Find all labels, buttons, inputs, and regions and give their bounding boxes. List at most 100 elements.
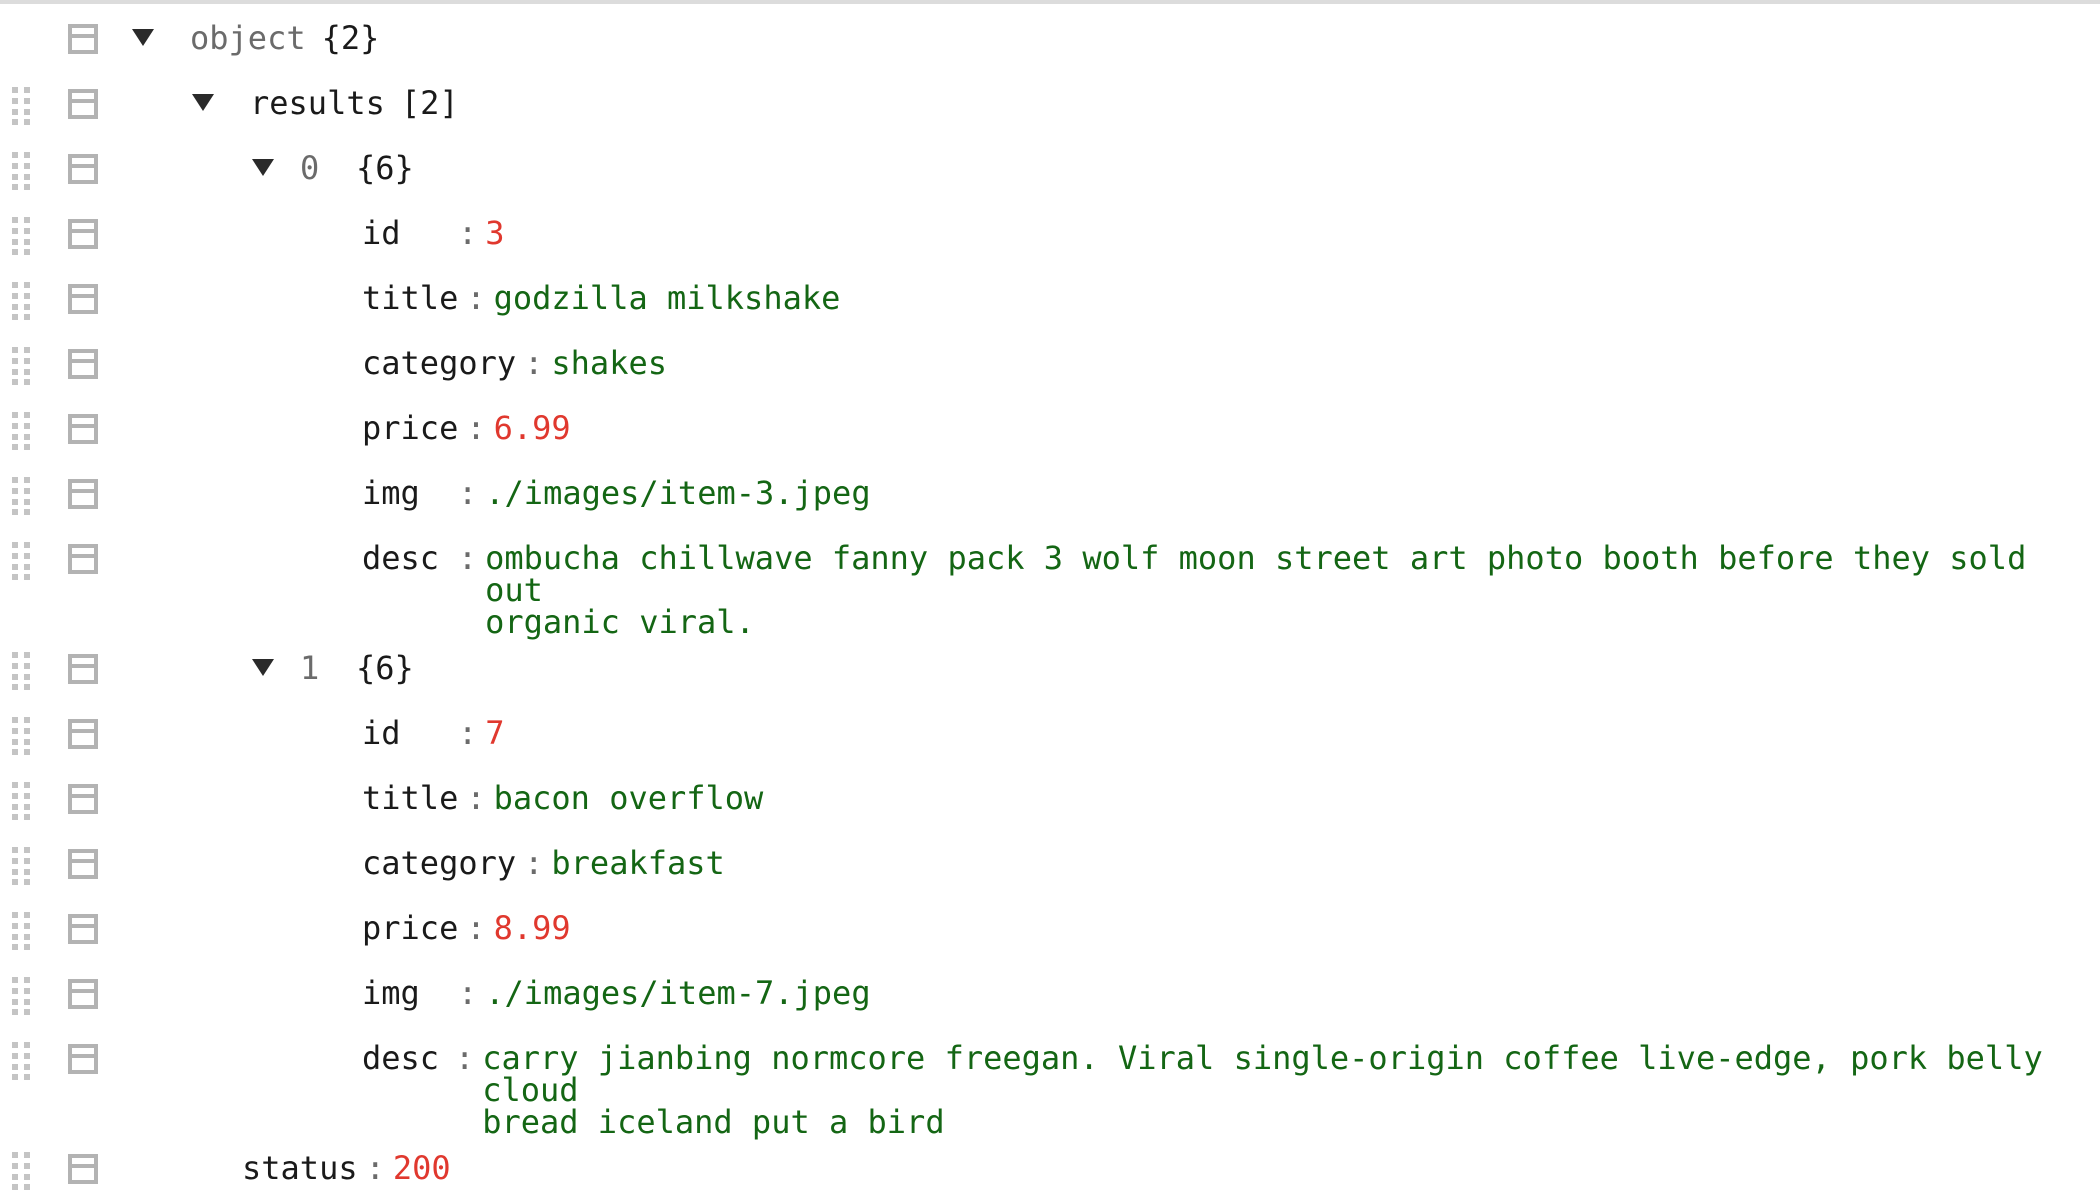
field-separator: : xyxy=(458,474,478,512)
tree-row-status: status : 200 xyxy=(0,1138,2100,1203)
drag-handle-icon[interactable] xyxy=(12,282,32,320)
triangle-down-icon[interactable] xyxy=(130,22,156,52)
field-separator: : xyxy=(365,1149,385,1187)
tree-row-item-0: 0 {6} xyxy=(0,138,2100,203)
tree-row-field-desc: desc : carry jianbing normcore freegan. … xyxy=(0,1028,2100,1138)
tree-row-field-title: title : bacon overflow xyxy=(0,768,2100,833)
field-separator: : xyxy=(457,539,478,577)
field-key[interactable]: category xyxy=(362,847,516,879)
field-value-string[interactable]: shakes xyxy=(551,347,667,379)
drag-handle-icon[interactable] xyxy=(12,542,32,580)
tree-row-field-desc: desc : ombucha chillwave fanny pack 3 wo… xyxy=(0,528,2100,638)
context-menu-icon[interactable] xyxy=(68,654,98,684)
context-menu-icon[interactable] xyxy=(68,914,98,944)
tree-row-root: object {2} xyxy=(0,8,2100,73)
field-separator: : xyxy=(466,779,486,817)
tree-row-field-img: img : ./images/item-7.jpeg xyxy=(0,963,2100,1028)
context-menu-icon[interactable] xyxy=(68,414,98,444)
item-count: {6} xyxy=(356,649,414,687)
field-value-string[interactable]: breakfast xyxy=(551,847,724,879)
field-value-number[interactable]: 6.99 xyxy=(494,412,571,444)
tree-row-item-1: 1 {6} xyxy=(0,638,2100,703)
field-separator: : xyxy=(524,844,544,882)
field-key[interactable]: img xyxy=(362,477,450,509)
field-value-number[interactable]: 7 xyxy=(485,717,504,749)
field-separator: : xyxy=(524,344,544,382)
drag-handle-icon[interactable] xyxy=(12,977,32,1015)
context-menu-icon[interactable] xyxy=(68,1044,98,1074)
triangle-down-icon[interactable] xyxy=(190,87,216,117)
field-separator: : xyxy=(466,279,486,317)
field-separator: : xyxy=(466,909,486,947)
tree-row-field-price: price : 8.99 xyxy=(0,898,2100,963)
json-tree-view: object {2} results [2] 0 {6} id: 3 titl… xyxy=(0,8,2100,1203)
field-value-string[interactable]: ./images/item-3.jpeg xyxy=(485,477,870,509)
drag-handle-icon[interactable] xyxy=(12,477,32,515)
tree-row-field-price: price : 6.99 xyxy=(0,398,2100,463)
field-value-string[interactable]: carry jianbing normcore freegan. Viral s… xyxy=(482,1042,2100,1138)
triangle-down-icon[interactable] xyxy=(250,652,276,682)
status-value[interactable]: 200 xyxy=(393,1152,451,1184)
field-value-string[interactable]: godzilla milkshake xyxy=(494,282,841,314)
field-value-string[interactable]: bacon overflow xyxy=(494,782,764,814)
drag-handle-icon[interactable] xyxy=(12,717,32,755)
drag-handle-icon[interactable] xyxy=(12,1042,32,1080)
field-separator: : xyxy=(466,409,486,447)
tree-row-field-img: img : ./images/item-3.jpeg xyxy=(0,463,2100,528)
field-value-string[interactable]: ombucha chillwave fanny pack 3 wolf moon… xyxy=(485,542,2100,638)
drag-handle-icon[interactable] xyxy=(12,87,32,125)
field-value-string[interactable]: ./images/item-7.jpeg xyxy=(485,977,870,1009)
field-value-number[interactable]: 3 xyxy=(485,217,504,249)
tree-row-results: results [2] xyxy=(0,73,2100,138)
drag-handle-icon[interactable] xyxy=(12,217,32,255)
context-menu-icon[interactable] xyxy=(68,24,98,54)
field-separator: : xyxy=(458,974,478,1012)
field-key[interactable]: desc xyxy=(362,1042,447,1074)
field-separator: : xyxy=(454,1039,475,1077)
field-key[interactable]: id xyxy=(362,217,450,249)
context-menu-icon[interactable] xyxy=(68,219,98,249)
drag-handle-icon[interactable] xyxy=(12,847,32,885)
tree-row-field-title: title : godzilla milkshake xyxy=(0,268,2100,333)
context-menu-icon[interactable] xyxy=(68,719,98,749)
context-menu-icon[interactable] xyxy=(68,349,98,379)
field-separator: : xyxy=(458,214,478,252)
field-separator: : xyxy=(458,714,478,752)
field-key[interactable]: img xyxy=(362,977,450,1009)
drag-handle-icon[interactable] xyxy=(12,652,32,690)
drag-handle-icon[interactable] xyxy=(12,347,32,385)
drag-handle-icon[interactable] xyxy=(12,412,32,450)
tree-row-field-id: id : 7 xyxy=(0,703,2100,768)
context-menu-icon[interactable] xyxy=(68,1154,98,1184)
context-menu-icon[interactable] xyxy=(68,284,98,314)
field-key[interactable]: title xyxy=(362,282,458,314)
top-border xyxy=(0,0,2100,4)
status-key[interactable]: status xyxy=(242,1152,358,1184)
tree-row-field-category: category : breakfast xyxy=(0,833,2100,898)
drag-handle-icon[interactable] xyxy=(12,912,32,950)
context-menu-icon[interactable] xyxy=(68,979,98,1009)
context-menu-icon[interactable] xyxy=(68,849,98,879)
context-menu-icon[interactable] xyxy=(68,784,98,814)
context-menu-icon[interactable] xyxy=(68,544,98,574)
field-key[interactable]: desc xyxy=(362,542,450,574)
root-count: {2} xyxy=(321,19,380,57)
drag-handle-icon[interactable] xyxy=(12,782,32,820)
results-count: [2] xyxy=(400,84,459,122)
item-index: 0 xyxy=(300,149,320,187)
field-key[interactable]: category xyxy=(362,347,516,379)
field-key[interactable]: price xyxy=(362,412,458,444)
tree-row-field-category: category : shakes xyxy=(0,333,2100,398)
item-index: 1 xyxy=(300,649,320,687)
context-menu-icon[interactable] xyxy=(68,89,98,119)
field-key[interactable]: price xyxy=(362,912,458,944)
field-key[interactable]: id xyxy=(362,717,450,749)
context-menu-icon[interactable] xyxy=(68,154,98,184)
drag-handle-icon[interactable] xyxy=(12,1152,32,1190)
drag-handle-icon[interactable] xyxy=(12,152,32,190)
field-value-number[interactable]: 8.99 xyxy=(494,912,571,944)
field-key[interactable]: title xyxy=(362,782,458,814)
context-menu-icon[interactable] xyxy=(68,479,98,509)
triangle-down-icon[interactable] xyxy=(250,152,276,182)
item-count: {6} xyxy=(356,149,414,187)
